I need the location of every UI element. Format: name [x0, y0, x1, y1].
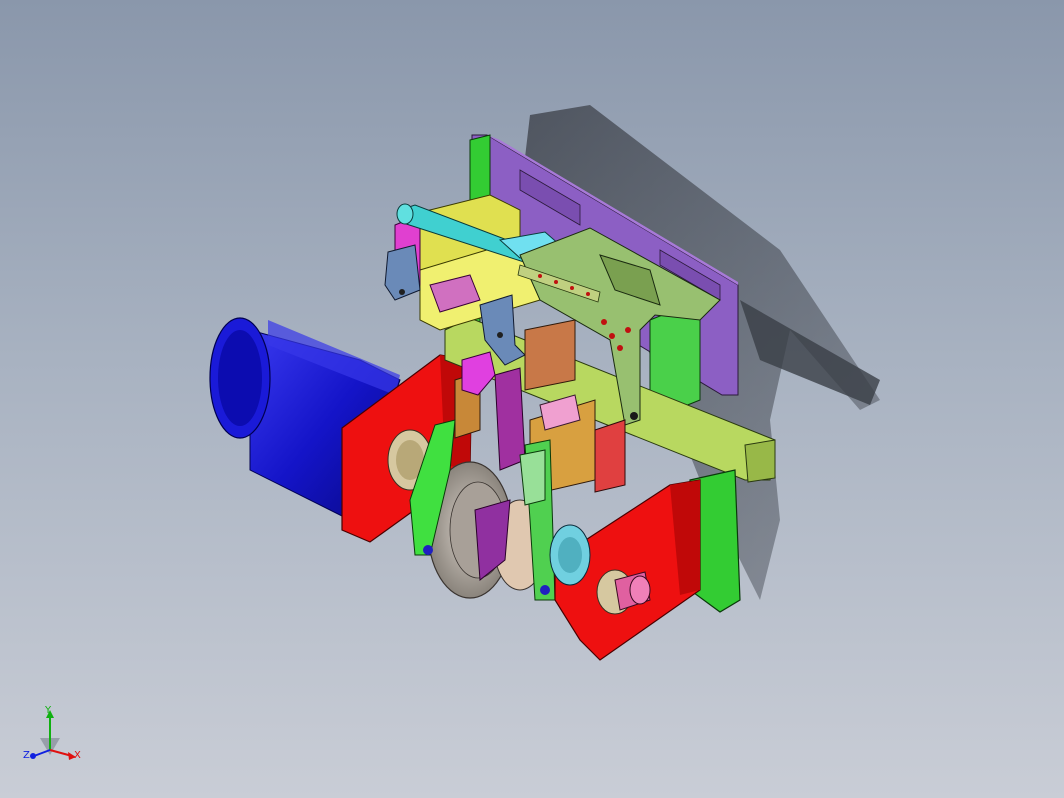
coupling[interactable] [549, 524, 591, 586]
triad-y-label: Y [45, 705, 52, 716]
triad-x-label: X [74, 750, 81, 761]
end-block-left[interactable] [384, 244, 421, 301]
cad-viewport[interactable]: Y X Z [0, 0, 1064, 798]
assembly-model[interactable] [0, 0, 1064, 798]
axis-triad[interactable] [20, 700, 90, 780]
triad-z-label: Z [23, 750, 30, 761]
lever-links[interactable] [409, 419, 556, 601]
